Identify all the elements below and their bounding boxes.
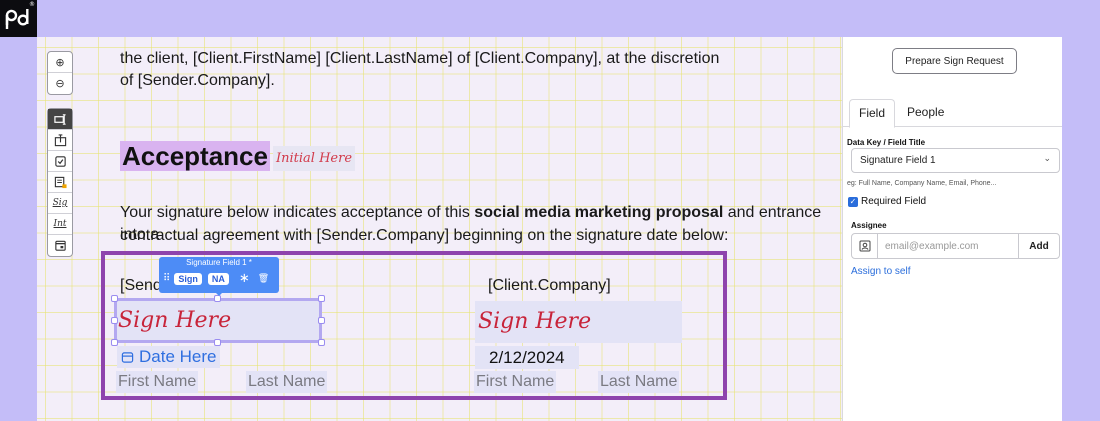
delete-icon[interactable]: 🗑 — [258, 274, 269, 284]
resize-handle[interactable] — [318, 317, 325, 324]
date-here-field[interactable]: Date Here — [117, 346, 221, 368]
resize-handle[interactable] — [111, 339, 118, 346]
initial-here-field[interactable]: Initial Here — [273, 146, 356, 171]
resize-handle[interactable] — [111, 295, 118, 302]
assign-to-self-link[interactable]: Assign to self — [851, 266, 910, 277]
field-title-value: Signature Field 1 — [860, 155, 936, 166]
editor-window: ⊕ ⊖ Sig Int the client, [Client.FirstNam… — [37, 37, 1062, 421]
resize-handle[interactable] — [111, 317, 118, 324]
resize-handle[interactable] — [318, 295, 325, 302]
client-first-name-field[interactable]: First Name — [474, 371, 557, 393]
field-toolbar-title: Signature Field 1 * — [186, 258, 252, 267]
signature-icon: Sig — [52, 198, 68, 208]
chevron-down-icon: ⌄ — [1043, 154, 1051, 164]
zoom-in-icon: ⊕ — [55, 55, 65, 69]
resize-handle[interactable] — [214, 339, 221, 346]
sender-first-name-field[interactable]: First Name — [116, 371, 199, 393]
properties-panel: Prepare Sign Request Field People Data K… — [843, 37, 1062, 421]
date-tool[interactable] — [48, 235, 72, 256]
resize-handle[interactable] — [214, 295, 221, 302]
client-signature-field[interactable]: Sign Here — [475, 301, 682, 343]
field-tools: Sig Int — [47, 108, 73, 257]
sign-button[interactable]: Sign — [174, 272, 202, 285]
checkbox-tool[interactable] — [48, 151, 72, 172]
field-title-select[interactable]: Signature Field 1 ⌄ — [851, 148, 1060, 173]
field-toolbar: Signature Field 1 * ⠿ Sign NA ∗ 🗑 — [159, 257, 279, 296]
client-last-name-field[interactable]: Last Name — [598, 371, 680, 393]
zoom-out-icon: ⊖ — [55, 77, 65, 90]
body-text-bold: social media marketing proposal — [474, 204, 724, 221]
text-field-tool[interactable] — [48, 109, 72, 130]
text-insert-tool[interactable] — [48, 130, 72, 151]
toolbar-pointer — [214, 291, 224, 296]
text-field-icon — [53, 113, 66, 125]
zoom-in-button[interactable]: ⊕ — [48, 52, 72, 73]
locked-form-icon — [54, 176, 67, 188]
date-here-label: Date Here — [139, 347, 217, 366]
document-canvas: ⊕ ⊖ Sig Int the client, [Client.FirstNam… — [37, 37, 842, 421]
intro-line-1: the client, [Client.FirstName] [Client.L… — [120, 50, 720, 67]
signature-tool[interactable]: Sig — [48, 193, 72, 214]
locked-form-tool[interactable] — [48, 172, 72, 193]
checkbox-checked-icon: ✓ — [848, 196, 858, 207]
selected-field-outline — [114, 298, 322, 343]
registered-mark: ® — [29, 1, 35, 8]
na-button[interactable]: NA — [207, 272, 229, 285]
checkbox-icon — [54, 155, 66, 167]
panel-tabs: Field People — [843, 99, 1062, 128]
intro-line-2: of [Sender.Company]. — [120, 72, 275, 89]
date-icon — [54, 240, 66, 251]
required-field-label: Required Field — [861, 196, 927, 207]
field-toolbar-actions: ⠿ Sign NA ∗ 🗑 — [163, 271, 269, 286]
initial-tool[interactable]: Int — [48, 214, 72, 235]
client-date-field[interactable]: 2/12/2024 — [475, 346, 579, 369]
tab-field[interactable]: Field — [849, 99, 896, 128]
assignee-label: Assignee — [851, 221, 887, 230]
data-key-label: Data Key / Field Title — [847, 138, 926, 147]
brand-logo: ® — [0, 0, 37, 37]
initial-icon: Int — [53, 219, 67, 229]
prepare-sign-request-button[interactable]: Prepare Sign Request — [892, 48, 1017, 74]
calendar-icon — [121, 351, 134, 363]
tab-people[interactable]: People — [898, 99, 953, 128]
drag-handle-icon[interactable]: ⠿ — [163, 273, 170, 284]
field-title-hint: eg: Full Name, Company Name, Email, Phon… — [847, 180, 997, 187]
add-assignee-button[interactable]: Add — [1018, 234, 1059, 258]
sender-last-name-field[interactable]: Last Name — [246, 371, 328, 393]
contact-icon — [852, 234, 878, 258]
assignee-row: Add — [851, 233, 1060, 259]
assignee-email-input[interactable] — [878, 234, 1018, 258]
sender-company-label: [Send — [120, 277, 162, 294]
body-text-pre: Your signature below indicates acceptanc… — [120, 204, 475, 221]
zoom-out-button[interactable]: ⊖ — [48, 73, 72, 94]
body-line-2: contractual agreement with [Sender.Compa… — [120, 227, 729, 244]
resize-handle[interactable] — [318, 339, 325, 346]
acceptance-heading: Acceptance — [120, 141, 270, 171]
text-insert-icon — [54, 133, 66, 146]
required-field-checkbox[interactable]: ✓ Required Field — [848, 196, 926, 207]
zoom-controls: ⊕ ⊖ — [47, 51, 73, 95]
client-company-label: [Client.Company] — [488, 277, 611, 294]
required-icon[interactable]: ∗ — [239, 271, 250, 286]
